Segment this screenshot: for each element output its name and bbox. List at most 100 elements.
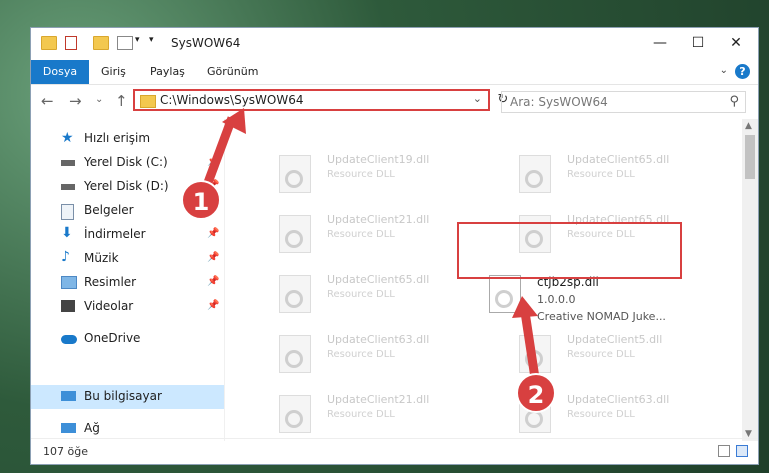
sidebar-item-label: Belgeler [84,203,134,217]
file-description: Resource DLL [327,409,395,420]
sidebar-item-label: Müzik [84,251,119,265]
scrollbar-thumb[interactable] [745,135,755,179]
dll-file-icon [279,155,311,193]
sidebar-item-music[interactable]: ♪ Müzik 📌 [31,247,224,271]
details-view-icon[interactable] [718,445,730,457]
music-icon: ♪ [61,249,70,265]
up-icon[interactable]: ↑ [115,92,128,110]
file-name: UpdateClient63.dll [567,393,670,406]
vertical-scrollbar[interactable]: ▲ ▼ [742,119,758,441]
sidebar-item-label: Videolar [84,299,134,313]
folder-icon [140,95,156,108]
sidebar-item-label: Hızlı erişim [84,131,151,145]
close-button[interactable]: ✕ [718,32,754,54]
status-bar: 107 öğe [31,438,758,464]
file-description: Resource DLL [327,349,395,360]
sidebar-item-label: Yerel Disk (D:) [84,179,169,193]
tab-home[interactable]: Giriş [101,60,126,84]
videos-icon [61,300,75,312]
file-name: UpdateClient21.dll [327,393,430,406]
customize-dropdown-icon[interactable]: ▾ [135,35,140,45]
file-description: Resource DLL [327,289,395,300]
search-placeholder: Ara: SysWOW64 [510,95,608,109]
dll-file-icon [519,335,551,373]
tab-file[interactable]: Dosya [31,60,89,84]
scroll-up-icon[interactable]: ▲ [745,121,752,131]
recent-locations-icon[interactable]: ⌄ [95,94,103,105]
pin-icon[interactable]: 📌 [207,252,219,263]
sidebar-item-onedrive[interactable]: OneDrive [31,327,224,351]
download-icon: ⬇ [61,225,73,241]
pin-icon[interactable]: 📌 [207,276,219,287]
sidebar-item-label: Ağ [84,421,100,435]
view-icon[interactable] [117,36,133,50]
chevron-down-icon[interactable]: ▾ [149,35,154,45]
sidebar-item-downloads[interactable]: ⬇ İndirmeler 📌 [31,223,224,247]
new-folder-icon[interactable] [93,36,109,50]
file-description: Creative NOMAD Juke... [537,310,666,323]
sidebar-item-label: Resimler [84,275,137,289]
file-version: 1.0.0.0 [537,293,576,306]
file-name: UpdateClient21.dll [327,213,430,226]
dll-file-icon [519,155,551,193]
help-icon[interactable]: ? [735,64,750,79]
file-item[interactable]: UpdateClient65.dll Resource DLL [495,147,710,199]
sidebar-item-pictures[interactable]: Resimler 📌 [31,271,224,295]
tab-view[interactable]: Görünüm [207,60,258,84]
dll-file-icon [489,275,521,313]
sidebar-item-this-pc[interactable]: Bu bilgisayar [31,385,224,409]
navigation-pane: ★ Hızlı erişim Yerel Disk (C:) 📌 Yerel D… [31,119,225,441]
window-title: SysWOW64 [171,36,241,50]
file-name: UpdateClient65.dll [567,153,670,166]
pin-icon[interactable]: 📌 [207,300,219,311]
minimize-button[interactable]: — [642,32,678,54]
address-bar[interactable]: C:\Windows\SysWOW64 ⌄ ↻ [133,89,508,111]
file-description: Resource DLL [327,169,395,180]
forward-icon[interactable]: → [69,92,82,110]
chevron-down-icon[interactable]: ⌄ [473,92,482,105]
file-list: UpdateClient19.dll Resource DLL UpdateCl… [225,119,741,441]
dll-file-icon [279,335,311,373]
back-icon[interactable]: ← [41,92,54,110]
title-bar: ▾ ▾ SysWOW64 — ☐ ✕ [31,28,758,60]
pictures-icon [61,276,77,289]
drive-icon [61,184,75,190]
pin-icon[interactable]: 📌 [207,228,219,239]
file-description: Resource DLL [327,229,395,240]
expand-ribbon-icon[interactable]: ⌄ [720,65,728,76]
large-icons-view-icon[interactable] [736,445,748,457]
sidebar-item-videos[interactable]: Videolar 📌 [31,295,224,319]
file-item[interactable]: UpdateClient21.dll Resource DLL [255,387,470,439]
file-name: UpdateClient5.dll [567,333,663,346]
file-item[interactable]: UpdateClient63.dll Resource DLL [255,327,470,379]
step-2-callout: 2 [516,373,556,413]
file-item[interactable]: UpdateClient65.dll Resource DLL [255,267,470,319]
computer-icon [61,391,76,401]
cloud-icon [61,335,77,344]
file-description: Resource DLL [567,349,635,360]
properties-icon[interactable] [65,36,77,50]
tab-share[interactable]: Paylaş [150,60,185,84]
pin-icon[interactable]: 📌 [207,156,219,167]
navigation-bar: ← → ⌄ ↑ C:\Windows\SysWOW64 ⌄ ↻ Ara: Sys… [31,84,758,119]
drive-icon [61,160,75,166]
file-name: UpdateClient19.dll [327,153,430,166]
item-count: 107 öğe [43,445,88,458]
ribbon: Dosya Giriş Paylaş Görünüm ⌄ ? [31,60,758,85]
network-icon [61,423,76,433]
maximize-button[interactable]: ☐ [680,32,716,54]
sidebar-item-local-disk-c[interactable]: Yerel Disk (C:) 📌 [31,151,224,175]
address-path[interactable]: C:\Windows\SysWOW64 [160,93,304,107]
dll-file-icon [279,215,311,253]
file-item[interactable]: UpdateClient5.dll Resource DLL [495,327,710,379]
sidebar-item-quick-access[interactable]: ★ Hızlı erişim [31,127,224,151]
sidebar-item-label: Bu bilgisayar [84,389,162,403]
file-item[interactable]: UpdateClient19.dll Resource DLL [255,147,470,199]
dll-file-icon [279,395,311,433]
search-icon[interactable]: ⚲ [729,94,739,109]
search-input[interactable]: Ara: SysWOW64 ⚲ [501,91,746,113]
file-description: Resource DLL [567,409,635,420]
file-item[interactable]: UpdateClient21.dll Resource DLL [255,207,470,259]
documents-icon [61,204,74,220]
step-1-callout: 1 [181,180,221,220]
